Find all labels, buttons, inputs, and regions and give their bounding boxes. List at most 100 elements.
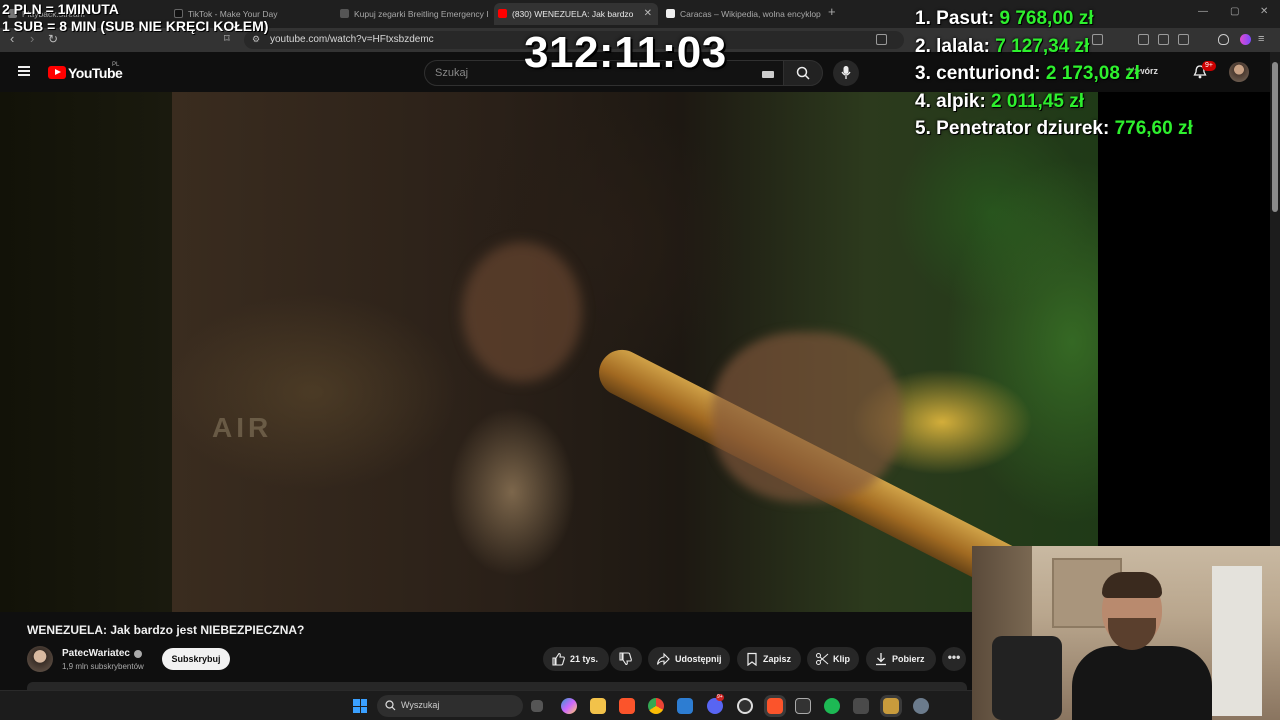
region-code: PL	[112, 62, 120, 68]
leaderboard-row: 4. alpik: 2 011,45 zł	[915, 91, 1193, 119]
subscribe-button[interactable]: Subskrybuj	[162, 648, 230, 670]
leaderboard-name: Penetrator dziurek:	[936, 118, 1110, 139]
clip-label: Klip	[833, 654, 850, 664]
leaderboard-amount: 776,60 zł	[1114, 118, 1193, 139]
tab-label: Kupuj zegarki Breitling Emergency I	[354, 9, 488, 19]
browser-tab-youtube[interactable]: (830) WENEZUELA: Jak bardzo ✕	[494, 3, 658, 25]
settings-icon[interactable]	[913, 698, 929, 714]
video-hand-shape	[462, 242, 582, 382]
minimize-icon[interactable]: —	[1198, 6, 1208, 17]
webcam-background-fridge	[1212, 566, 1262, 716]
file-explorer-icon[interactable]	[590, 698, 606, 714]
taskbar-search-input[interactable]: Wyszukaj	[377, 695, 523, 717]
video-letterbox	[0, 92, 172, 612]
streamer-hair	[1102, 572, 1162, 598]
channel-name[interactable]: PatecWariatec	[62, 648, 130, 659]
windows-start-icon[interactable]	[353, 699, 367, 713]
vpn-icon[interactable]	[1240, 34, 1251, 45]
youtube-logo-icon[interactable]	[48, 66, 66, 79]
thumbs-up-icon	[552, 652, 565, 666]
brave-icon[interactable]	[619, 698, 635, 714]
leaderboard-rank: 1.	[915, 8, 931, 29]
subscription-rule-text: 1 SUB = 8 MIN (SUB NIE KRĘCI KOŁEM)	[2, 18, 269, 34]
screen-cast-icon[interactable]	[876, 34, 887, 45]
video-frame: AIR	[172, 92, 1098, 612]
wikipedia-icon	[666, 9, 675, 18]
hamburger-menu-icon[interactable]	[18, 66, 30, 76]
browser-tab-wikipedia[interactable]: Caracas – Wikipedia, wolna encyklop	[662, 3, 822, 25]
download-label: Pobierz	[892, 654, 925, 664]
leaderboard-rank: 5.	[915, 118, 931, 139]
like-count: 21 tys.	[570, 654, 599, 664]
leaderboard-rank: 3.	[915, 63, 931, 84]
dislike-button[interactable]	[610, 647, 642, 671]
chrome-icon[interactable]	[648, 698, 664, 714]
store-icon[interactable]	[677, 698, 693, 714]
youtube-icon	[498, 9, 507, 18]
donation-leaderboard: 1. Pasut: 9 768,00 zł 2. lalala: 7 127,3…	[915, 8, 1193, 146]
download-button[interactable]: Pobierz	[866, 647, 936, 671]
scrollbar-thumb[interactable]	[1272, 62, 1278, 212]
tab-label: Caracas – Wikipedia, wolna encyklop	[680, 9, 821, 19]
back-icon[interactable]: ‹	[10, 32, 14, 46]
site-info-icon[interactable]: ⚙	[252, 34, 260, 45]
share-icon	[656, 652, 670, 666]
close-window-icon[interactable]: ✕	[1260, 6, 1268, 17]
webcam-streamer	[1072, 572, 1212, 720]
video-title: WENEZUELA: Jak bardzo jest NIEBEZPIECZNA…	[27, 623, 305, 637]
more-actions-button[interactable]: •••	[942, 647, 966, 671]
save-label: Zapisz	[763, 654, 792, 664]
subathon-timer: 312:11:03	[524, 28, 727, 77]
spotify-icon[interactable]	[824, 698, 840, 714]
save-button[interactable]: Zapisz	[737, 647, 801, 671]
league-icon[interactable]	[883, 698, 899, 714]
maximize-icon[interactable]: ▢	[1230, 6, 1239, 17]
verified-badge-icon	[134, 650, 142, 658]
search-icon	[796, 66, 810, 80]
leaderboard-row: 3. centuriond: 2 173,08 zł	[915, 63, 1193, 91]
video-hand-shape	[712, 332, 902, 502]
url-text: youtube.com/watch?v=HFtxsbzdemc	[270, 34, 434, 45]
subscriber-count: 1,9 mln subskrybentów	[62, 662, 144, 671]
notification-count-badge: 9+	[1202, 61, 1216, 71]
share-label: Udostępnij	[675, 654, 722, 664]
bookmark-icon[interactable]: ⌑	[224, 32, 230, 46]
channel-avatar[interactable]	[27, 646, 53, 672]
reload-icon[interactable]: ↻	[48, 32, 58, 46]
keyboard-icon[interactable]	[762, 71, 774, 78]
forward-icon[interactable]: ›	[30, 32, 34, 46]
thumbs-down-icon	[619, 652, 632, 666]
search-icon	[385, 700, 396, 711]
streamer-webcam	[972, 546, 1280, 720]
clip-button[interactable]: Klip	[807, 647, 859, 671]
obs-icon[interactable]	[737, 698, 753, 714]
leaderboard-rank: 4.	[915, 90, 931, 112]
leaderboard-row: 5. Penetrator dziurek: 776,60 zł	[915, 118, 1193, 146]
taskbar-search-label: Wyszukaj	[401, 700, 440, 710]
microphone-icon	[841, 66, 851, 79]
like-button[interactable]: 21 tys.	[543, 647, 609, 671]
brave-beta-icon[interactable]	[767, 698, 783, 714]
faceit-icon[interactable]	[795, 698, 811, 714]
donation-rule-text: 2 PLN = 1MINUTA	[2, 1, 119, 17]
close-tab-icon[interactable]: ✕	[644, 3, 652, 25]
task-view-icon[interactable]	[531, 700, 543, 712]
browser-tab-shop[interactable]: Kupuj zegarki Breitling Emergency I	[336, 3, 488, 25]
share-button[interactable]: Udostępnij	[648, 647, 730, 671]
menu-icon[interactable]: ≡	[1258, 32, 1264, 46]
description-box[interactable]	[27, 682, 967, 690]
leaderboard-name: Pasut:	[936, 8, 995, 29]
shield-icon[interactable]	[1218, 34, 1229, 45]
discord-badge: 9+	[716, 694, 724, 701]
video-frame-text: AIR	[212, 412, 273, 443]
leaderboard-name: alpik:	[936, 90, 986, 112]
calculator-icon[interactable]	[853, 698, 869, 714]
webcam-chair	[992, 636, 1062, 720]
tab-label: (830) WENEZUELA: Jak bardzo	[512, 9, 634, 19]
new-tab-button[interactable]: +	[828, 4, 836, 19]
account-avatar[interactable]	[1229, 62, 1249, 82]
video-player[interactable]: AIR	[0, 92, 1270, 612]
search-button[interactable]	[783, 60, 823, 86]
voice-search-button[interactable]	[833, 60, 859, 86]
copilot-icon[interactable]	[561, 698, 577, 714]
